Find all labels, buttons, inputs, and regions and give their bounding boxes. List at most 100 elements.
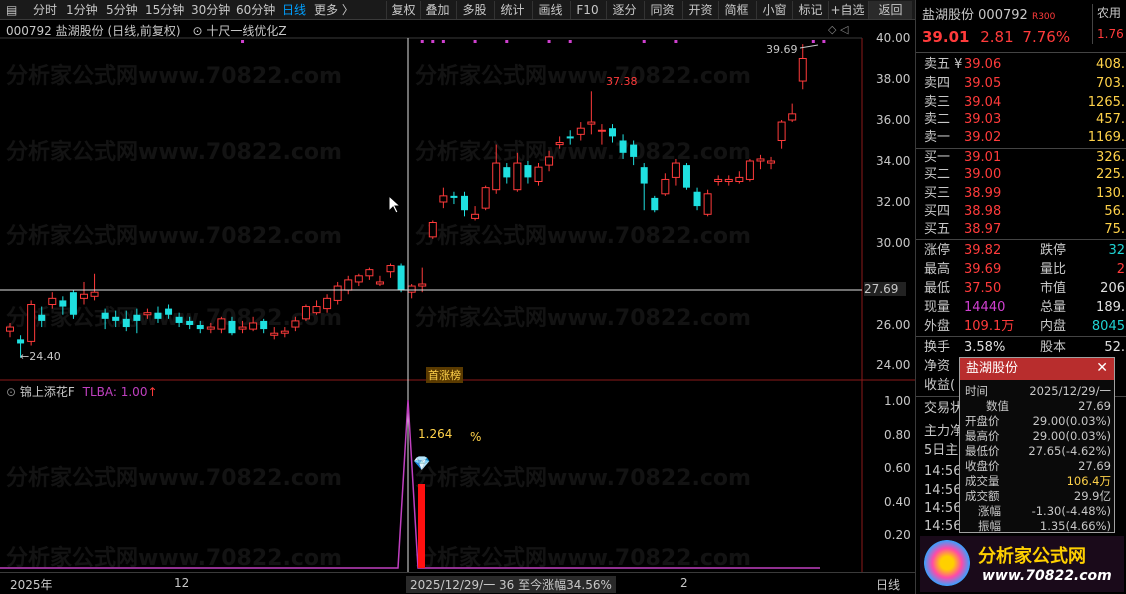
overlay-button[interactable]: 叠加 (420, 1, 454, 19)
tlba-line (0, 399, 820, 569)
price-axis-label: 34.00 (876, 154, 911, 168)
candle-body (597, 129, 606, 132)
ask-row[interactable]: 卖二 39.03 457. (916, 110, 1126, 129)
period-more[interactable]: 更多 〉 (314, 2, 354, 18)
same-capital-button[interactable]: 同资 (644, 1, 680, 19)
signal-dot (642, 40, 646, 43)
sub-axis-label: 0.40 (884, 495, 911, 509)
candle-body (651, 197, 659, 211)
bid-row[interactable]: 买四 38.98 56. (916, 202, 1126, 221)
kline-chart[interactable] (0, 20, 915, 572)
candlestick-series (6, 44, 807, 358)
open-capital-button[interactable]: 开资 (682, 1, 718, 19)
candle-body (524, 165, 532, 178)
candle-body (555, 142, 564, 146)
ask-row[interactable]: 卖五 ¥39.06 408. (916, 55, 1126, 74)
price-axis-label: 38.00 (876, 72, 911, 86)
sub-axis-label: 0.60 (884, 461, 911, 475)
sub-unit-label: % (470, 430, 482, 444)
candle-body (301, 306, 310, 320)
sector-tab[interactable]: 农用 1.76 (1092, 4, 1126, 44)
candle-body (206, 326, 215, 330)
candle-body (724, 178, 733, 182)
latest-high-marker: 39.69 (766, 43, 798, 56)
crosshair-date-label: 2025/12/29/一 36 至今涨幅34.56% (406, 576, 616, 593)
simple-frame-button[interactable]: 简框 (718, 1, 754, 19)
candle-body (714, 178, 723, 182)
period-15min[interactable]: 15分钟 (145, 2, 184, 18)
sub-indicator-icon[interactable]: ⊙ (6, 385, 16, 399)
signal-dot (568, 40, 572, 43)
candle-body (545, 156, 554, 166)
small-window-button[interactable]: 小窗 (756, 1, 792, 19)
signal-dot (473, 40, 477, 43)
candle-body (439, 195, 448, 203)
by-minute-button[interactable]: 逐分 (606, 1, 642, 19)
candle-body (17, 339, 25, 344)
candle-body (503, 167, 511, 178)
period-1min[interactable]: 1分钟 (66, 2, 98, 18)
statistics-button[interactable]: 统计 (494, 1, 530, 19)
signal-bar (418, 484, 425, 568)
candle-body (745, 160, 754, 180)
period-fenshi[interactable]: 分时 (33, 2, 57, 18)
candle-body (471, 213, 480, 219)
multi-stock-button[interactable]: 多股 (456, 1, 492, 19)
sub-value-label: 1.264 (418, 427, 453, 441)
add-watchlist-button[interactable]: +自选 (828, 1, 866, 19)
candle-body (492, 162, 501, 191)
bid-row[interactable]: 买二 39.00 225. (916, 165, 1126, 184)
bid-row[interactable]: 买三 38.99 130. (916, 184, 1126, 203)
draw-line-button[interactable]: 画线 (532, 1, 568, 19)
ask-row[interactable]: 卖一 39.02 1169. (916, 128, 1126, 147)
sub-axis-label: 0.80 (884, 428, 911, 442)
candle-body (587, 121, 596, 125)
period-60min[interactable]: 60分钟 (236, 2, 275, 18)
price-axis-label: 40.00 (876, 31, 911, 45)
info-popup: 盐湖股份 ✕ 时间 2025/12/29/一 数值 27.69 开盘价 29.00(0… (959, 357, 1115, 533)
candle-body (38, 314, 46, 321)
bid-row[interactable]: 买五 38.97 75. (916, 220, 1126, 239)
candle-body (576, 127, 585, 135)
mark-button[interactable]: 标记 (792, 1, 828, 19)
candle-body (608, 128, 616, 137)
candle-body (375, 281, 384, 285)
candle-body (175, 316, 183, 323)
candle-body (270, 332, 279, 336)
candle-body (6, 326, 14, 332)
candle-body (143, 312, 152, 316)
candle-body (112, 316, 120, 321)
return-button[interactable]: 返回 (868, 1, 912, 19)
candle-body (122, 318, 130, 328)
signal-dot (431, 40, 435, 43)
period-daily[interactable]: 日线 (282, 2, 306, 18)
diamond-icon: 💎 (413, 456, 431, 472)
period-5min[interactable]: 5分钟 (106, 2, 138, 18)
candle-body (101, 312, 109, 319)
candle-body (228, 320, 236, 334)
candle-body (238, 326, 247, 330)
candle-body (186, 320, 194, 325)
candle-body (450, 195, 458, 198)
candle-body (249, 322, 258, 330)
price-line: 39.01 2.81 7.76% (922, 28, 1070, 46)
period-label[interactable]: 日线 (876, 576, 900, 593)
f10-button[interactable]: F10 (570, 1, 604, 19)
signal-dot (441, 40, 445, 43)
sub-indicator-name[interactable]: 锦上添花F (20, 385, 75, 399)
candle-body (534, 166, 543, 182)
candle-body (79, 293, 88, 299)
ask-row[interactable]: 卖四 39.05 703. (916, 74, 1126, 93)
candle-body (428, 222, 437, 238)
time-label-year: 2025年 (10, 578, 53, 592)
period-30min[interactable]: 30分钟 (191, 2, 230, 18)
tab-menu-icon[interactable]: ▤ (6, 2, 17, 18)
restore-rights-button[interactable]: 复权 (386, 1, 420, 19)
candle-body (154, 312, 162, 319)
close-icon[interactable]: ✕ (1096, 360, 1108, 376)
candle-body (513, 162, 522, 191)
mouse-cursor-icon (388, 195, 402, 214)
candle-body (788, 113, 797, 121)
candle-body (566, 136, 574, 139)
time-label-month: 12 (174, 576, 190, 590)
